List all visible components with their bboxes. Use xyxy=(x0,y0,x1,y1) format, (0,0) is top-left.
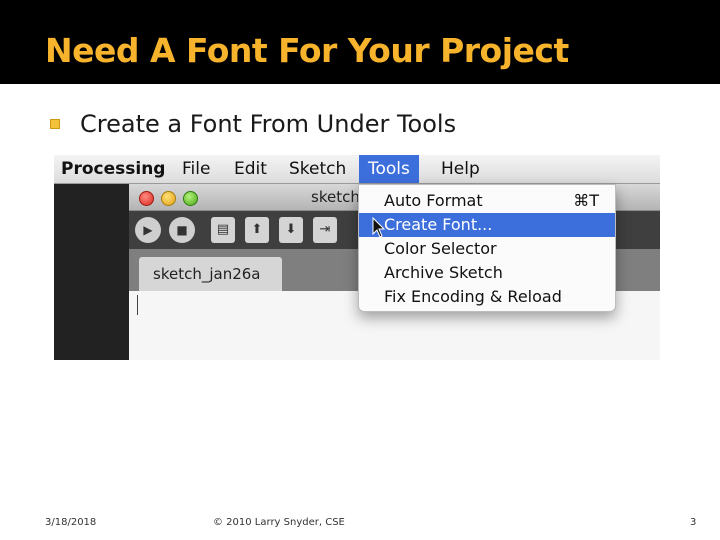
footer-copyright: © 2010 Larry Snyder, CSE xyxy=(213,517,345,528)
bullet-item: Create a Font From Under Tools xyxy=(50,107,456,141)
menu-item-color-selector[interactable]: Color Selector xyxy=(359,237,615,261)
menu-item-create-font[interactable]: Create Font... xyxy=(359,213,615,237)
menu-item-label: Color Selector xyxy=(384,239,497,258)
new-icon[interactable]: ▤ xyxy=(211,217,235,243)
mac-menubar: Processing File Edit Sketch Tools Help xyxy=(54,155,660,184)
menu-item-label: Create Font... xyxy=(384,215,493,234)
bullet-square-icon xyxy=(50,119,60,129)
footer-date: 3/18/2018 xyxy=(45,517,97,528)
menu-file[interactable]: File xyxy=(182,155,210,183)
menu-sketch[interactable]: Sketch xyxy=(289,155,346,183)
tab-sketch[interactable]: sketch_jan26a xyxy=(139,257,282,291)
shortcut-label: ⌘T xyxy=(573,191,599,210)
text-cursor xyxy=(137,295,138,315)
page-number: 3 xyxy=(690,517,697,528)
menu-item-fix-encoding[interactable]: Fix Encoding & Reload xyxy=(359,285,615,309)
open-icon[interactable]: ⬆ xyxy=(245,217,269,243)
menu-item-archive-sketch[interactable]: Archive Sketch xyxy=(359,261,615,285)
menu-item-label: Archive Sketch xyxy=(384,263,503,282)
background-window xyxy=(54,184,129,360)
stop-icon[interactable]: ■ xyxy=(169,217,195,243)
window-title: sketch xyxy=(311,188,360,206)
menu-item-auto-format[interactable]: Auto Format ⌘T xyxy=(359,189,615,213)
tools-dropdown-menu: Auto Format ⌘T Create Font... Color Sele… xyxy=(358,184,616,312)
menu-edit[interactable]: Edit xyxy=(234,155,267,183)
zoom-window-button[interactable] xyxy=(183,191,198,206)
menu-item-label: Auto Format xyxy=(384,191,483,210)
minimize-window-button[interactable] xyxy=(161,191,176,206)
slide-title: Need A Font For Your Project xyxy=(45,31,569,70)
tab-sketch-label: sketch_jan26a xyxy=(153,265,261,283)
slide-title-bar: Need A Font For Your Project xyxy=(0,0,720,84)
close-window-button[interactable] xyxy=(139,191,154,206)
menu-help[interactable]: Help xyxy=(441,155,480,183)
processing-screenshot: Processing File Edit Sketch Tools Help s… xyxy=(54,155,660,360)
menu-processing[interactable]: Processing xyxy=(61,155,165,183)
save-icon[interactable]: ⬇ xyxy=(279,217,303,243)
export-icon[interactable]: ⇥ xyxy=(313,217,337,243)
bullet-text: Create a Font From Under Tools xyxy=(80,110,457,138)
menu-tools[interactable]: Tools xyxy=(359,155,419,183)
run-icon[interactable]: ▶ xyxy=(135,217,161,243)
menu-item-label: Fix Encoding & Reload xyxy=(384,287,562,306)
mouse-pointer-icon xyxy=(372,217,386,238)
